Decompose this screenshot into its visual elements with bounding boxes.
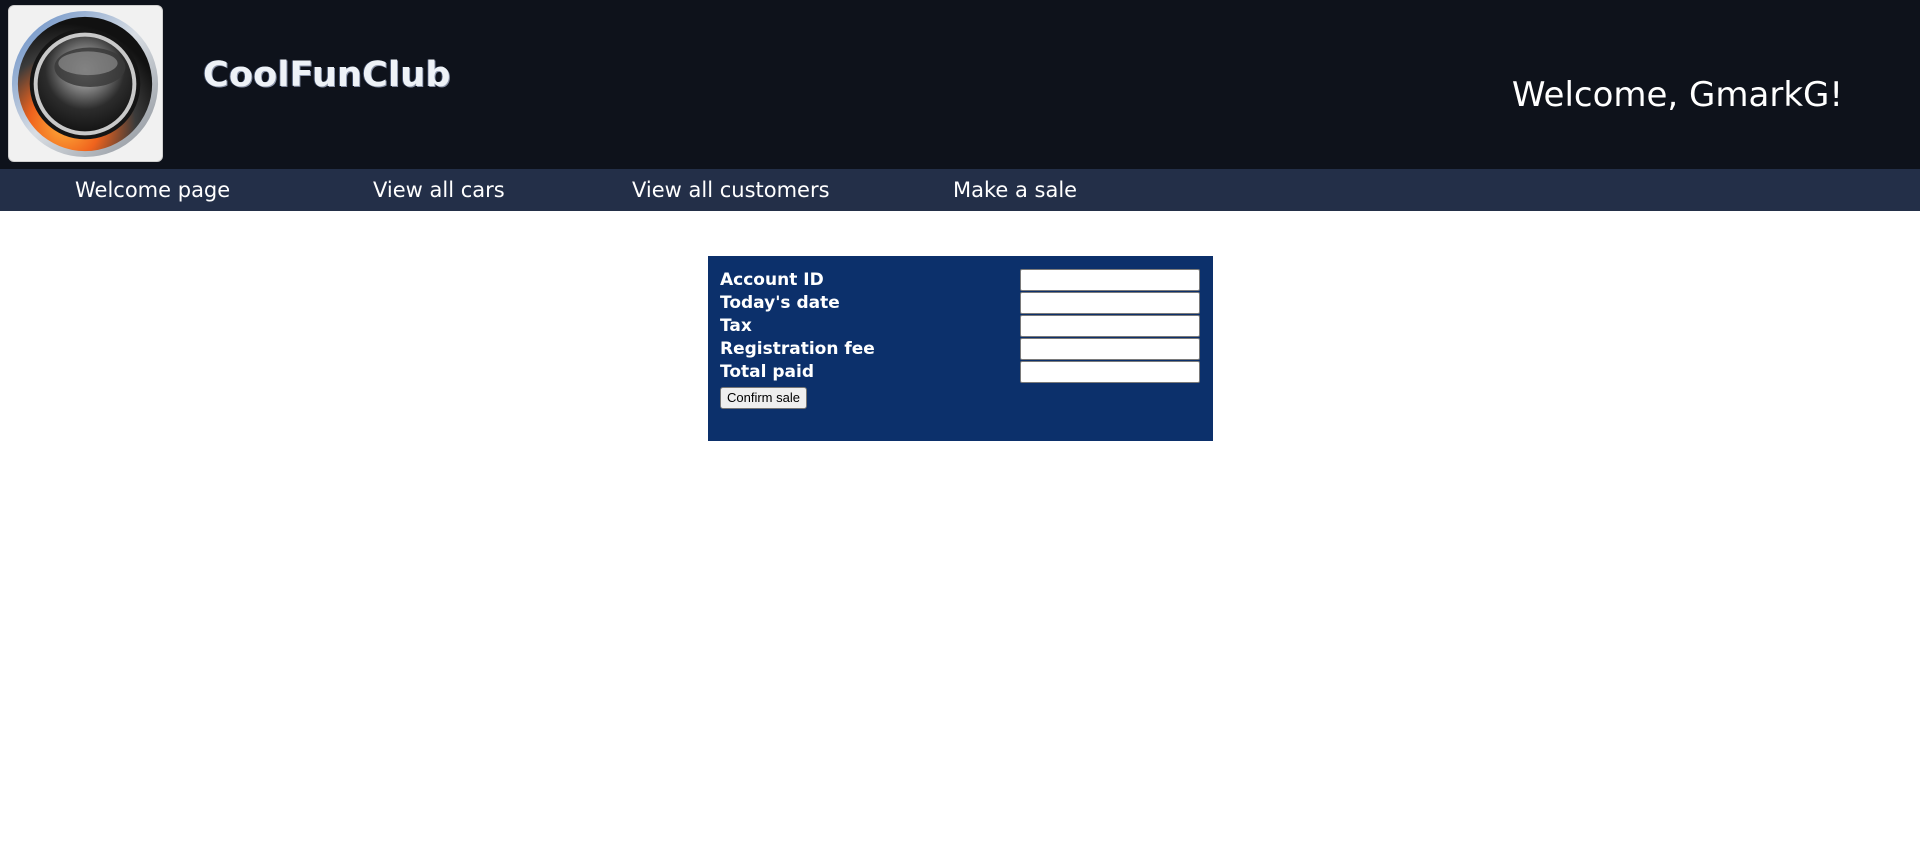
form-row-account-id: Account ID [720, 269, 1201, 292]
nav-item-welcome-page[interactable]: Welcome page [75, 178, 230, 202]
tax-input[interactable] [1020, 315, 1200, 337]
orb-logo-icon [11, 10, 159, 158]
confirm-sale-button[interactable]: Confirm sale [720, 387, 807, 409]
form-row-total-paid: Total paid [720, 361, 1201, 384]
sale-form-panel: Account ID Today's date Tax Registration… [708, 256, 1213, 441]
nav-item-view-all-customers[interactable]: View all customers [632, 178, 830, 202]
logo[interactable] [8, 5, 163, 162]
total-paid-input[interactable] [1020, 361, 1200, 383]
todays-date-input[interactable] [1020, 292, 1200, 314]
total-paid-label: Total paid [720, 362, 814, 382]
nav-item-view-all-cars[interactable]: View all cars [373, 178, 505, 202]
form-row-todays-date: Today's date [720, 292, 1201, 315]
form-row-registration-fee: Registration fee [720, 338, 1201, 361]
tax-label: Tax [720, 316, 752, 336]
todays-date-label: Today's date [720, 293, 840, 313]
nav-item-make-a-sale[interactable]: Make a sale [953, 178, 1077, 202]
welcome-message: Welcome, GmarkG! [1511, 75, 1843, 115]
account-id-label: Account ID [720, 270, 824, 290]
account-id-input[interactable] [1020, 269, 1200, 291]
main-nav: Welcome page View all cars View all cust… [0, 169, 1920, 211]
registration-fee-label: Registration fee [720, 339, 875, 359]
form-row-tax: Tax [720, 315, 1201, 338]
registration-fee-input[interactable] [1020, 338, 1200, 360]
site-header: CoolFunClub Welcome, GmarkG! [0, 0, 1920, 169]
site-title: CoolFunClub [203, 55, 451, 95]
